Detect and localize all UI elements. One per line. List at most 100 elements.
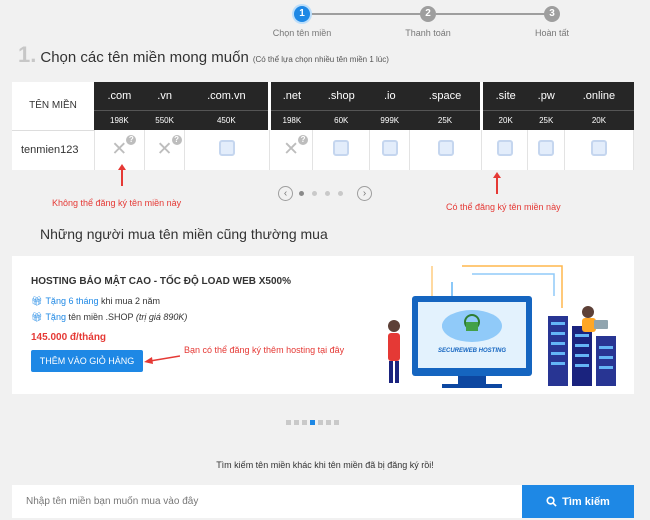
cell-io — [369, 130, 411, 170]
ext-price: 550K — [144, 109, 185, 130]
search-button-label: Tìm kiếm — [562, 495, 610, 508]
illustration-caption: SECUREWEB HOSTING — [438, 348, 506, 354]
cell-pw — [527, 130, 565, 170]
ext-header: .online — [564, 82, 634, 110]
banner-title: HOSTING BẢO MẬT CAO - TỐC ĐỘ LOAD WEB X5… — [31, 276, 292, 287]
hosting-banner: HOSTING BẢO MẬT CAO - TỐC ĐỘ LOAD WEB X5… — [12, 256, 634, 394]
step-1-circle: 1 — [294, 6, 310, 22]
carousel-dot[interactable] — [326, 420, 331, 425]
domain-checkbox[interactable] — [538, 139, 555, 156]
next-arrow-icon[interactable]: › — [357, 186, 372, 201]
section-note: (Có thể lựa chọn nhiều tên miền 1 lúc) — [252, 55, 389, 64]
step-3-circle: 3 — [544, 6, 560, 22]
domain-search-input[interactable] — [12, 485, 522, 518]
hosting-arrow-icon — [144, 355, 180, 364]
pager-dot[interactable] — [325, 191, 330, 196]
step-2-circle: 2 — [420, 6, 436, 22]
offer-text: tên miền .SHOP — [68, 312, 134, 322]
domain-checkbox[interactable] — [496, 139, 513, 156]
hosting-note: Bạn có thể đăng ký thêm hosting tại đây — [184, 345, 345, 355]
carousel-dot[interactable] — [334, 420, 339, 425]
gift-icon: 🎁︎ — [31, 312, 43, 322]
ext-header: .vn — [144, 82, 185, 110]
banner-carousel-dots — [286, 420, 342, 425]
step-connector — [306, 13, 428, 15]
domain-checkbox[interactable] — [381, 139, 398, 156]
domain-name: tenmien123 — [12, 130, 95, 170]
secure-hosting-illustration: SECUREWEB HOSTING — [388, 265, 616, 388]
cell-net: ✕? — [269, 130, 314, 170]
ext-price: 999K — [369, 109, 410, 130]
ext-header: .shop — [312, 82, 370, 110]
offer-value: (trị giá 890K) — [135, 312, 188, 322]
step-connector — [436, 13, 548, 15]
carousel-dot[interactable] — [286, 420, 291, 425]
ext-header: .com.vn — [184, 82, 270, 110]
unavailable-x-icon: ✕? — [157, 135, 182, 159]
offer-highlight: Tặng 6 tháng — [45, 296, 99, 306]
offer-highlight: Tặng — [45, 312, 66, 322]
help-icon[interactable]: ? — [126, 135, 137, 145]
cell-shop — [312, 130, 371, 170]
table-pager: ‹ › — [278, 186, 372, 201]
cell-space — [409, 130, 483, 170]
banner-price: 145.000 đ/tháng — [31, 332, 107, 343]
ext-header: .com — [94, 82, 145, 110]
cell-online — [564, 130, 635, 170]
domain-checkbox[interactable] — [333, 139, 350, 156]
annotation-arrow — [118, 164, 126, 186]
domain-checkbox[interactable] — [219, 139, 236, 156]
unavailable-x-icon: ✕? — [283, 135, 309, 159]
ext-price: 198K — [268, 109, 313, 130]
pager-dot[interactable] — [312, 191, 317, 196]
ext-header: .io — [369, 82, 410, 110]
help-icon[interactable]: ? — [298, 135, 309, 145]
ext-header: .site — [480, 82, 528, 110]
section-title: Chọn các tên miền mong muốn — [40, 49, 249, 66]
prev-arrow-icon[interactable]: ‹ — [278, 186, 293, 201]
ext-header: .space — [409, 82, 482, 110]
cell-com-vn — [184, 130, 271, 170]
step-2-label: Thanh toán — [405, 28, 451, 38]
banner-offer-1: 🎁︎ Tặng 6 tháng khi mua 2 năm — [31, 296, 160, 307]
section-number: 1. — [18, 42, 37, 67]
ext-price: 25K — [527, 109, 565, 130]
ext-price: 25K — [409, 109, 482, 130]
carousel-dot[interactable] — [302, 420, 307, 425]
pager-dot[interactable] — [299, 191, 304, 196]
search-icon — [546, 496, 557, 507]
domain-table: Tên miền .com .vn .com.vn .net .shop .io… — [12, 82, 635, 170]
add-to-cart-button[interactable]: THÊM VÀO GIỎ HÀNG — [31, 350, 143, 372]
domain-row: tenmien123 ✕? ✕? ✕? — [12, 130, 635, 170]
step-3-label: Hoàn tất — [534, 28, 570, 38]
unavailable-note: Không thể đăng ký tên miền này — [52, 198, 182, 208]
carousel-dot[interactable] — [294, 420, 299, 425]
ext-header: .pw — [527, 82, 565, 110]
checkout-stepper: 1 2 3 Chọn tên miền Thanh toán Hoàn tất — [268, 4, 588, 38]
search-label: Tìm kiếm tên miền khác khi tên miền đã b… — [216, 460, 434, 470]
domain-column-header: Tên miền — [12, 82, 94, 131]
step-1-label: Chọn tên miền — [272, 28, 332, 38]
ext-header: .net — [268, 82, 313, 110]
carousel-dot[interactable] — [318, 420, 323, 425]
annotation-arrow — [493, 172, 501, 194]
available-note: Có thể đăng ký tên miền này — [446, 202, 561, 212]
cell-site — [481, 130, 529, 170]
ext-price: 60K — [312, 109, 370, 130]
ext-price: 20K — [564, 109, 634, 130]
cell-vn: ✕? — [144, 130, 185, 170]
help-icon[interactable]: ? — [171, 135, 182, 145]
section-heading: 1. Chọn các tên miền mong muốn (Có thể l… — [18, 42, 389, 68]
ext-price: 20K — [480, 109, 528, 130]
domain-checkbox[interactable] — [437, 139, 454, 156]
domain-checkbox[interactable] — [590, 139, 607, 156]
banner-offer-2: 🎁︎ Tặng tên miền .SHOP (trị giá 890K) — [31, 312, 187, 323]
carousel-dot[interactable] — [310, 420, 315, 425]
pager-dot[interactable] — [338, 191, 343, 196]
gift-icon: 🎁︎ — [31, 296, 43, 306]
ext-price: 198K — [94, 109, 145, 130]
ext-price: 450K — [184, 109, 270, 130]
offer-text: khi mua 2 năm — [101, 296, 161, 306]
search-button[interactable]: Tìm kiếm — [522, 485, 634, 518]
unavailable-x-icon: ✕? — [111, 135, 137, 159]
